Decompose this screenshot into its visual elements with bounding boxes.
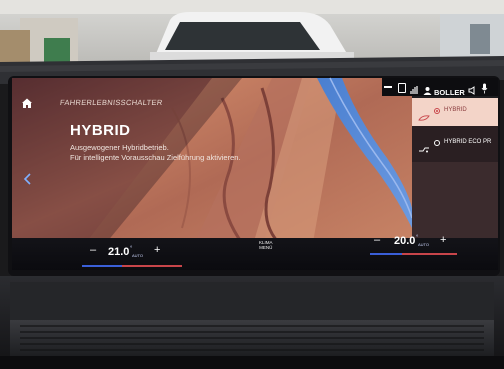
mode-title: HYBRID	[70, 122, 131, 139]
right-temp-down-button[interactable]: –	[374, 234, 380, 246]
signal-icon	[410, 82, 418, 94]
right-auto-label: AUTO	[418, 242, 430, 247]
mode-description-line-2: Für intelligente Vorausschau Zielführung…	[70, 153, 241, 162]
right-temp-up-button[interactable]: +	[440, 234, 446, 246]
left-temp-down-button[interactable]: –	[90, 244, 96, 256]
left-temp-value: 21.0	[108, 246, 130, 258]
volume-icon[interactable]	[468, 82, 477, 95]
left-temp-up-button[interactable]: +	[154, 244, 160, 256]
right-temp-unit: °	[416, 235, 419, 241]
phone-status-icon	[398, 83, 406, 93]
minus-bar-icon	[384, 86, 392, 88]
radio-unselected-icon	[434, 140, 440, 146]
climate-menu-button[interactable]: KLIMA MENÜ	[259, 240, 273, 250]
breadcrumb: FAHRERLEBNISSCHALTER	[59, 98, 164, 107]
user-profile-icon	[423, 82, 432, 95]
right-temp-value: 20.0	[394, 235, 416, 247]
radio-selected-icon	[434, 108, 440, 114]
home-icon[interactable]	[21, 96, 33, 108]
mode-description-line-1: Ausgewogener Hybridbetrieb.	[70, 143, 169, 152]
climate-menu-line-2: MENÜ	[259, 245, 273, 250]
left-temp-unit: °	[130, 246, 133, 252]
option-label: HYBRID ECO PR	[444, 139, 492, 145]
leaf-icon	[418, 108, 430, 121]
back-chevron-icon[interactable]	[23, 172, 33, 185]
sync-icon	[418, 140, 430, 153]
user-name[interactable]: BOLLER	[434, 88, 465, 97]
option-hybrid[interactable]: HYBRID	[412, 98, 498, 126]
option-hybrid-eco-pro[interactable]: HYBRID ECO PR	[412, 134, 498, 154]
infotainment-screen: FAHRERLEBNISSCHALTER HYBRID Ausgewogener…	[12, 78, 498, 270]
left-auto-label: AUTO	[132, 253, 144, 258]
option-label: HYBRID	[444, 107, 467, 113]
microphone-icon[interactable]	[481, 81, 488, 94]
